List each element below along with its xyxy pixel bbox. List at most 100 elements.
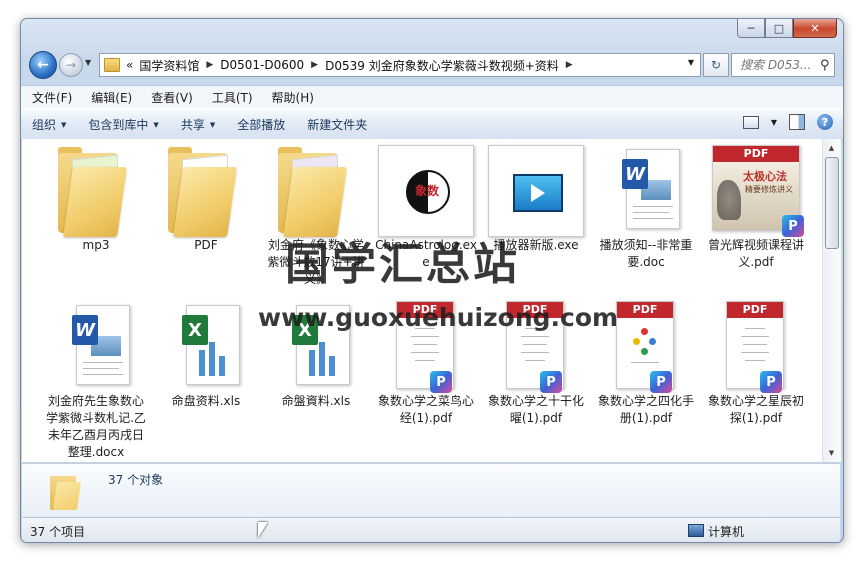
- file-item-pdf-4[interactable]: PDF P 象数心学之星辰初探(1).pdf: [704, 295, 808, 447]
- menu-file[interactable]: 文件(F): [24, 89, 80, 106]
- scroll-up-icon[interactable]: ▲: [825, 141, 838, 155]
- file-item-readme-doc[interactable]: W 播放须知--非常重要.doc: [594, 139, 698, 291]
- change-view-icon[interactable]: [742, 115, 759, 129]
- maximize-button[interactable]: □: [765, 19, 793, 38]
- pdf-label: PDF: [727, 302, 783, 318]
- file-name: 象数心学之星辰初探(1).pdf: [707, 394, 804, 425]
- object-count: 37 个对象: [108, 473, 164, 487]
- file-name: 象数心学之十干化曜(1).pdf: [487, 394, 584, 425]
- overflow-chevron[interactable]: «: [126, 58, 133, 72]
- file-name: 曾光辉视频课程讲义.pdf: [707, 238, 804, 269]
- pdf-thumbnail: PDF P: [486, 301, 586, 393]
- word-logo: W: [72, 315, 98, 345]
- navigation-bar: ← → ▼ « 国学资料馆 ▶ D0501-D0600 ▶ D0539 刘金府象…: [21, 49, 843, 83]
- file-item-notes-docx[interactable]: W 刘金府先生象数心学紫微斗数札记.乙未年乙酉月丙戌日整理.docx: [44, 295, 148, 459]
- file-name: 播放须知--非常重要.doc: [599, 238, 693, 269]
- menu-view[interactable]: 查看(V): [143, 89, 201, 106]
- chevron-down-icon: ▼: [61, 120, 67, 129]
- file-item-lecture-folder[interactable]: 刘金府《象数心学紫微斗数17讲+讲义》: [264, 139, 368, 291]
- pdf-reader-badge: P: [782, 215, 804, 237]
- vertical-scrollbar[interactable]: ▲ ▼: [822, 139, 841, 462]
- play-all-button[interactable]: 全部播放: [226, 116, 296, 133]
- pdf-label: PDF: [713, 146, 799, 162]
- menu-edit[interactable]: 编辑(E): [83, 89, 140, 106]
- file-item-player-exe[interactable]: 播放器新版.exe: [484, 139, 588, 291]
- status-bar: 37 个项目 计算机: [22, 517, 840, 542]
- back-button[interactable]: ←: [29, 51, 57, 79]
- folder-icon: [266, 145, 366, 237]
- file-item-mp3-folder[interactable]: mp3: [44, 139, 148, 291]
- chevron-down-icon: ▼: [209, 120, 216, 129]
- organize-button[interactable]: 组织 ▼: [21, 116, 77, 133]
- pdf-cover-subtitle: 精要修炼讲义: [745, 185, 793, 194]
- menu-tools[interactable]: 工具(T): [204, 89, 261, 106]
- chevron-down-icon: ▼: [153, 120, 159, 129]
- search-icon[interactable]: ⚲: [820, 58, 830, 73]
- pdf-reader-badge: P: [540, 371, 562, 393]
- file-name: ChinaAstrolog.exe: [375, 238, 477, 269]
- pdf-thumbnail: PDF 太极心法 精要修炼讲义 P: [706, 145, 806, 237]
- folder-icon: [104, 58, 120, 72]
- share-button[interactable]: 共享 ▼: [170, 116, 226, 133]
- view-options-dropdown-icon[interactable]: ▼: [771, 118, 777, 127]
- pdf-cover-title: 太极心法: [743, 170, 787, 183]
- breadcrumb-guoxue[interactable]: 国学资料馆: [139, 57, 199, 74]
- scroll-down-icon[interactable]: ▼: [825, 446, 838, 460]
- file-name: 播放器新版.exe: [493, 238, 579, 252]
- search-input[interactable]: [738, 57, 818, 73]
- minimize-button[interactable]: ─: [737, 19, 765, 38]
- file-item-pdf-2[interactable]: PDF P 象数心学之十干化曜(1).pdf: [484, 295, 588, 447]
- exe-thumbnail: 象数: [376, 145, 476, 237]
- new-folder-button[interactable]: 新建文件夹: [296, 116, 378, 133]
- exe-thumbnail: [486, 145, 586, 237]
- folder-icon: [46, 145, 146, 237]
- recent-pages-dropdown-icon[interactable]: ▼: [85, 58, 91, 67]
- breadcrumb-current[interactable]: D0539 刘金府象数心学紫薇斗数视频+资料: [325, 57, 559, 74]
- forward-button[interactable]: →: [59, 53, 83, 77]
- word-logo: W: [622, 159, 648, 189]
- video-player-icon: [513, 174, 563, 212]
- file-item-mingpan-trad-xls[interactable]: X 命盤資料.xls: [264, 295, 368, 447]
- location-label: 计算机: [708, 525, 745, 539]
- preview-pane-icon[interactable]: [789, 114, 805, 130]
- address-bar[interactable]: « 国学资料馆 ▶ D0501-D0600 ▶ D0539 刘金府象数心学紫薇斗…: [99, 53, 701, 77]
- caption-buttons: ─ □ ✕: [737, 19, 837, 38]
- include-library-button[interactable]: 包含到库中 ▼: [77, 116, 169, 133]
- pdf-label: PDF: [507, 302, 563, 318]
- breadcrumb-separator-icon[interactable]: ▶: [311, 60, 318, 70]
- include-library-label: 包含到库中: [88, 117, 149, 132]
- close-button[interactable]: ✕: [793, 19, 837, 38]
- search-box[interactable]: ⚲: [731, 53, 835, 77]
- word-doc-icon: W: [46, 301, 146, 393]
- pdf-reader-badge: P: [430, 371, 452, 393]
- mouse-cursor-icon: [258, 522, 268, 538]
- scroll-thumb[interactable]: [825, 157, 839, 249]
- pdf-reader-badge: P: [650, 371, 672, 393]
- file-name: 命盘资料.xls: [171, 394, 241, 408]
- help-icon[interactable]: ?: [817, 114, 833, 130]
- file-item-pdf-1[interactable]: PDF P 象数心学之菜鸟心经(1).pdf: [374, 295, 478, 447]
- breadcrumb-separator-icon[interactable]: ▶: [566, 60, 573, 70]
- file-name: PDF: [194, 238, 218, 252]
- file-item-pdf-folder[interactable]: PDF: [154, 139, 258, 291]
- explorer-window: ─ □ ✕ ← → ▼ « 国学资料馆 ▶ D0501-D0600 ▶ D053…: [20, 18, 844, 543]
- pdf-thumbnail: PDF P: [376, 301, 476, 393]
- file-item-chinaastrolog-exe[interactable]: 象数 ChinaAstrolog.exe: [374, 139, 478, 291]
- file-item-zeng-pdf[interactable]: PDF 太极心法 精要修炼讲义 P 曾光辉视频课程讲义.pdf: [704, 139, 808, 291]
- pdf-label: PDF: [617, 302, 673, 318]
- file-item-mingpan-xls[interactable]: X 命盘资料.xls: [154, 295, 258, 447]
- excel-logo: X: [182, 315, 208, 345]
- computer-icon: [688, 524, 704, 537]
- menu-help[interactable]: 帮助(H): [264, 89, 322, 106]
- pdf-thumbnail: PDF P: [596, 301, 696, 393]
- folder-icon: [156, 145, 256, 237]
- details-pane: 37 个对象: [22, 463, 840, 518]
- refresh-button[interactable]: ↻: [703, 53, 729, 77]
- file-name: mp3: [82, 238, 110, 252]
- breadcrumb-range[interactable]: D0501-D0600: [220, 58, 304, 72]
- file-item-pdf-3[interactable]: PDF P 象数心学之四化手册(1).pdf: [594, 295, 698, 447]
- address-dropdown-icon[interactable]: ▼: [688, 58, 694, 67]
- breadcrumb-separator-icon[interactable]: ▶: [206, 60, 213, 70]
- excel-icon: X: [266, 301, 366, 393]
- excel-logo: X: [292, 315, 318, 345]
